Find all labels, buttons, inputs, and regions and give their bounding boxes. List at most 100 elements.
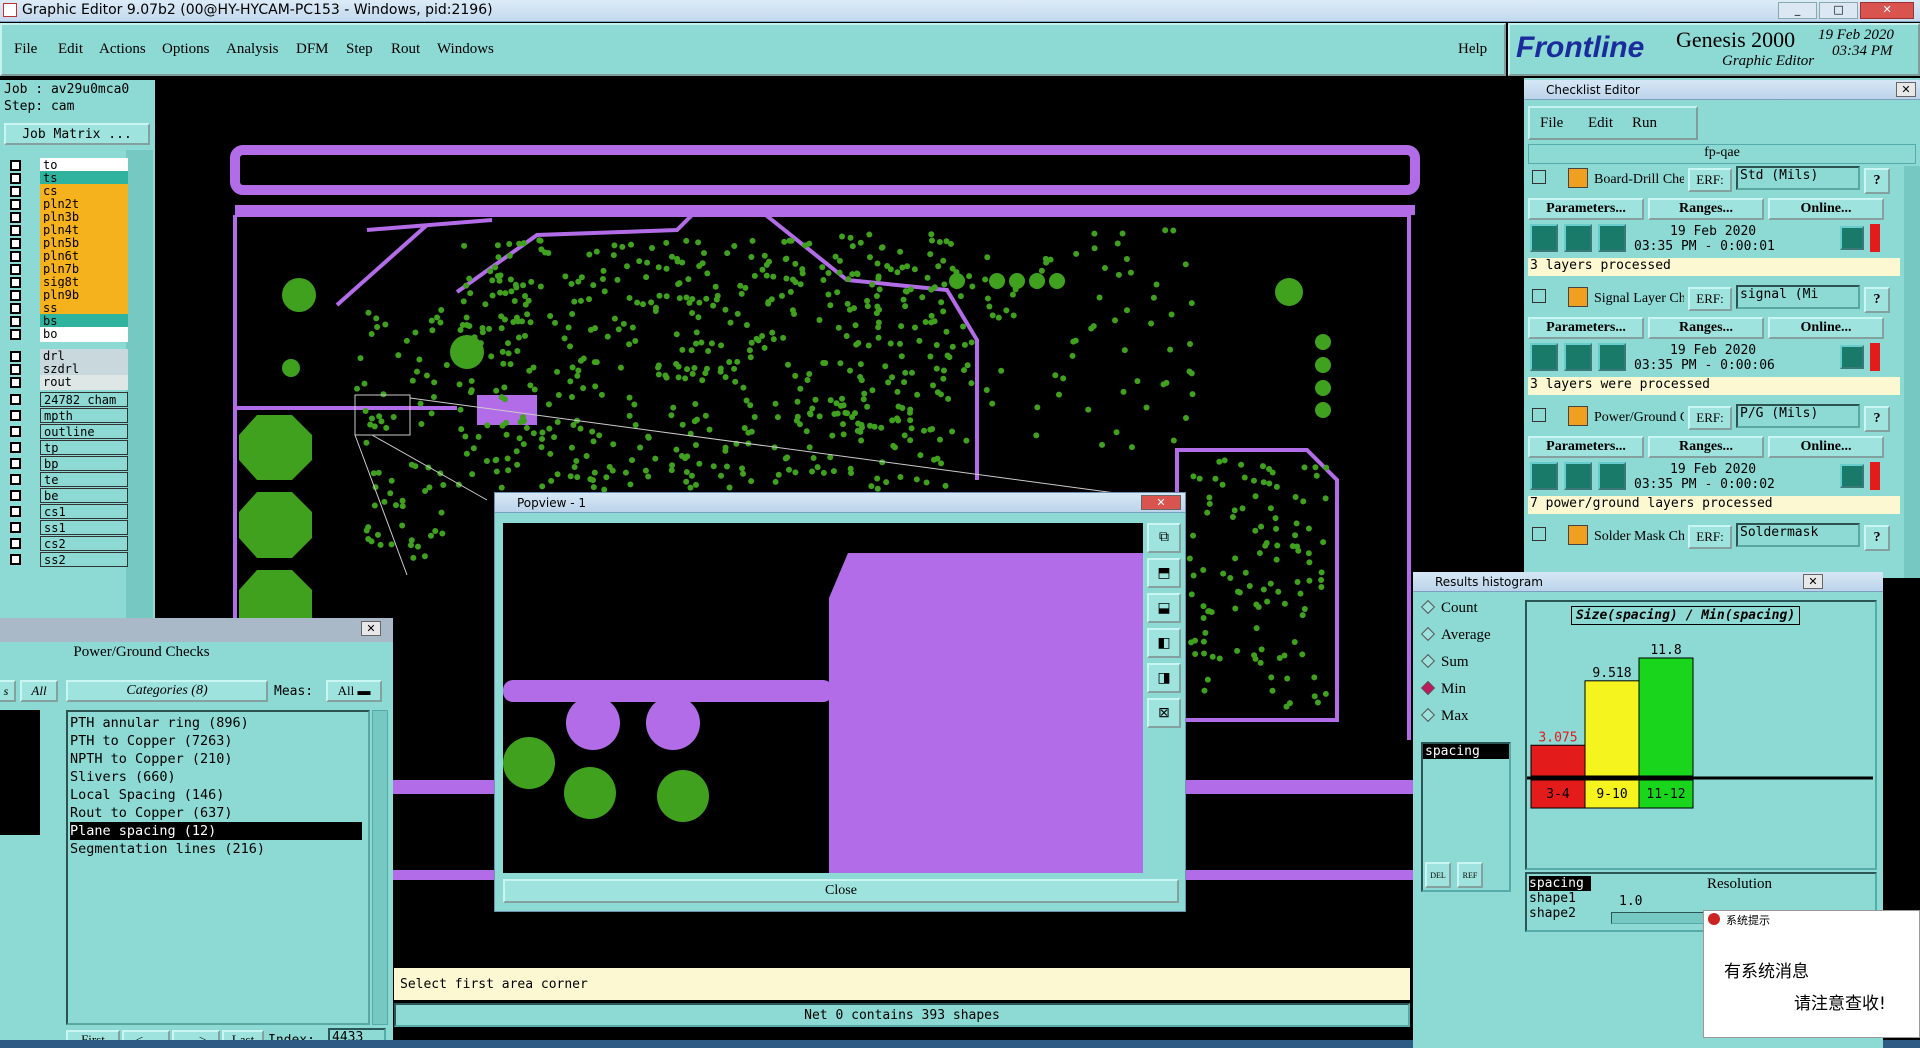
category-item[interactable]: Local Spacing (146) — [70, 786, 224, 804]
category-item[interactable]: Plane spacing (12) — [70, 822, 362, 840]
layer-checkbox[interactable] — [10, 351, 21, 362]
layer-checkbox[interactable] — [10, 186, 21, 197]
ranges-button[interactable]: Ranges... — [1648, 198, 1764, 220]
categories-scrollbar[interactable] — [372, 710, 388, 1025]
erf-value[interactable]: Soldermask — [1736, 523, 1860, 547]
layer-name[interactable]: 24782_cham — [40, 392, 128, 407]
layer-checkbox[interactable] — [10, 554, 21, 565]
layer-row[interactable]: rout — [6, 375, 156, 390]
histogram-key-item[interactable]: spacing — [1423, 744, 1509, 759]
row-checkbox[interactable] — [1532, 289, 1546, 303]
maximize-button[interactable]: □ — [1819, 2, 1859, 19]
menu-actions[interactable]: Actions — [99, 41, 146, 58]
category-item[interactable]: Slivers (660) — [70, 768, 176, 786]
layer-name[interactable]: cs1 — [40, 504, 128, 519]
erf-button[interactable]: ERF: — [1688, 287, 1732, 311]
layer-checkbox[interactable] — [10, 329, 21, 340]
attribute-item[interactable]: spacing — [1529, 876, 1591, 891]
layer-checkbox[interactable] — [10, 538, 21, 549]
run-figure-icon[interactable] — [1598, 343, 1626, 371]
histogram-bar[interactable] — [1584, 680, 1640, 777]
ranges-button[interactable]: Ranges... — [1648, 317, 1764, 339]
histogram-bar[interactable] — [1638, 657, 1694, 777]
run-figure-icon[interactable] — [1530, 343, 1558, 371]
layer-name[interactable]: bo — [40, 327, 128, 342]
checks-close-button[interactable]: ✕ — [361, 621, 381, 636]
layer-checkbox[interactable] — [10, 238, 21, 249]
layer-checkbox[interactable] — [10, 474, 21, 485]
close-window-button[interactable]: ✕ — [1860, 2, 1914, 19]
zoom-fit-icon[interactable]: ⧉ — [1147, 523, 1181, 553]
layer-name[interactable]: te — [40, 472, 128, 487]
mode-radio[interactable]: Count — [1420, 599, 1478, 617]
row-checkbox[interactable] — [1532, 170, 1546, 184]
zoom-results-icon[interactable] — [1840, 464, 1864, 488]
menu-analysis[interactable]: Analysis — [226, 41, 279, 58]
menu-options[interactable]: Options — [162, 41, 210, 58]
pan-right-icon[interactable]: ◨ — [1147, 663, 1181, 693]
layer-checkbox[interactable] — [10, 212, 21, 223]
run-figure-icon[interactable] — [1530, 224, 1558, 252]
layer-name[interactable]: outline — [40, 424, 128, 439]
layer-row[interactable]: tp — [6, 440, 156, 455]
histogram-close-icon[interactable]: ✕ — [1803, 574, 1823, 589]
layer-row[interactable]: cs2 — [6, 536, 156, 551]
run-figure-icon[interactable] — [1598, 462, 1626, 490]
menu-windows[interactable]: Windows — [437, 41, 494, 58]
layer-row[interactable]: be — [6, 488, 156, 503]
layer-checkbox[interactable] — [10, 290, 21, 301]
erf-value[interactable]: P/G (Mils) — [1736, 404, 1860, 428]
layer-checkbox[interactable] — [10, 225, 21, 236]
erf-button[interactable]: ERF: — [1688, 406, 1732, 430]
layer-checkbox[interactable] — [10, 173, 21, 184]
menu-step[interactable]: Step — [346, 41, 373, 58]
layer-checkbox[interactable] — [10, 251, 21, 262]
ref-button[interactable]: REF — [1457, 862, 1483, 888]
layer-checkbox[interactable] — [10, 410, 21, 421]
category-item[interactable]: Segmentation lines (216) — [70, 840, 265, 858]
layer-checkbox[interactable] — [10, 303, 21, 314]
erf-button[interactable]: ERF: — [1688, 168, 1732, 192]
run-figure-icon[interactable] — [1598, 224, 1626, 252]
erf-value[interactable]: signal (Mi — [1736, 285, 1860, 309]
layer-checkbox[interactable] — [10, 316, 21, 327]
layer-checkbox[interactable] — [10, 506, 21, 517]
checks-left-list[interactable] — [0, 710, 40, 835]
popview-close-button[interactable]: Close — [503, 879, 1179, 903]
layer-checkbox[interactable] — [10, 264, 21, 275]
category-item[interactable]: PTH annular ring (896) — [70, 714, 249, 732]
pan-down-icon[interactable]: ⬓ — [1147, 593, 1181, 623]
layer-name[interactable]: bp — [40, 456, 128, 471]
checks-left-tab[interactable]: s — [0, 680, 16, 702]
layer-row[interactable]: bp — [6, 456, 156, 471]
layer-row[interactable]: mpth — [6, 408, 156, 423]
checklist-menu-run[interactable]: Run — [1632, 115, 1657, 132]
row-checkbox[interactable] — [1532, 527, 1546, 541]
layer-checkbox[interactable] — [10, 377, 21, 388]
run-figure-icon[interactable] — [1564, 462, 1592, 490]
layer-checkbox[interactable] — [10, 364, 21, 375]
layer-row[interactable]: ss1 — [6, 520, 156, 535]
mode-radio[interactable]: Average — [1420, 626, 1491, 644]
attribute-item[interactable]: shape1 — [1529, 891, 1591, 906]
online-button[interactable]: Online... — [1768, 198, 1884, 220]
online-button[interactable]: Online... — [1768, 317, 1884, 339]
checks-all-button[interactable]: All — [20, 680, 58, 702]
layer-checkbox[interactable] — [10, 426, 21, 437]
mode-radio[interactable]: Sum — [1420, 653, 1469, 671]
pan-left-icon[interactable]: ◧ — [1147, 628, 1181, 658]
ranges-button[interactable]: Ranges... — [1648, 436, 1764, 458]
category-item[interactable]: NPTH to Copper (210) — [70, 750, 233, 768]
layer-name[interactable]: be — [40, 488, 128, 503]
layer-row[interactable]: te — [6, 472, 156, 487]
menu-help[interactable]: Help — [1458, 41, 1487, 58]
layer-checkbox[interactable] — [10, 490, 21, 501]
layer-row[interactable]: ss2 — [6, 552, 156, 567]
layer-row[interactable]: cs1 — [6, 504, 156, 519]
menu-file[interactable]: File — [14, 41, 37, 58]
row-checkbox[interactable] — [1532, 408, 1546, 422]
mode-radio[interactable]: Max — [1420, 707, 1469, 725]
layer-checkbox[interactable] — [10, 160, 21, 171]
layer-name[interactable]: rout — [40, 375, 128, 390]
layer-name[interactable]: tp — [40, 440, 128, 455]
